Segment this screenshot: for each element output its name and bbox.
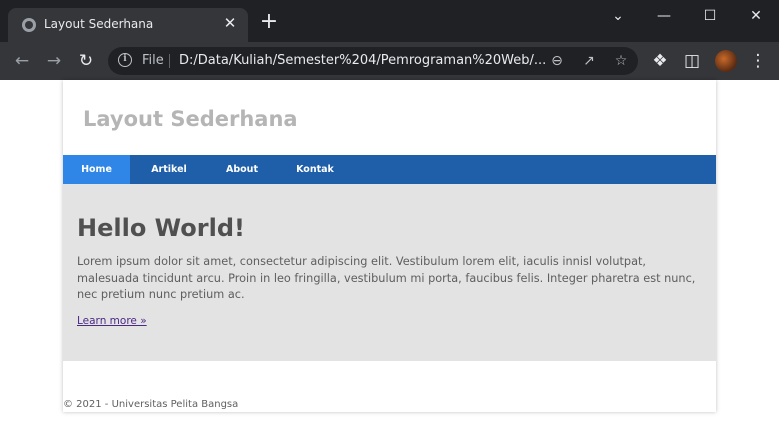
globe-icon xyxy=(22,18,36,32)
omnibox-divider xyxy=(169,54,170,68)
new-tab-button[interactable]: + xyxy=(259,11,279,33)
close-tab-icon[interactable]: ✕ xyxy=(222,15,238,31)
page-container: Layout Sederhana Home Artikel About Kont… xyxy=(63,80,716,412)
side-panel-icon[interactable]: ◫ xyxy=(680,50,704,72)
zoom-out-icon[interactable]: ⊖ xyxy=(548,52,566,70)
main-nav: Home Artikel About Kontak xyxy=(63,155,716,184)
browser-tab-strip: Layout Sederhana ✕ + ⌄ — ☐ ✕ xyxy=(0,0,779,42)
browser-toolbar: ← → ↻ i File D:/Data/Kuliah/Semester%204… xyxy=(0,42,779,80)
reload-icon[interactable]: ↻ xyxy=(74,50,98,72)
footer-copyright: © 2021 - Universitas Pelita Bangsa xyxy=(63,399,239,410)
hero-heading: Hello World! xyxy=(77,214,245,242)
url-text[interactable]: D:/Data/Kuliah/Semester%204/Pemrograman%… xyxy=(179,53,546,68)
minimize-button[interactable]: — xyxy=(641,4,687,28)
forward-arrow-icon[interactable]: → xyxy=(42,50,66,72)
share-icon[interactable]: ↗ xyxy=(580,52,598,70)
tab-search-icon[interactable]: ⌄ xyxy=(595,4,641,28)
address-bar[interactable]: i File D:/Data/Kuliah/Semester%204/Pemro… xyxy=(108,47,638,75)
hero-body: Lorem ipsum dolor sit amet, consectetur … xyxy=(77,255,696,301)
puzzle-icon[interactable]: ❖ xyxy=(648,50,672,72)
learn-more-link[interactable]: Learn more » xyxy=(77,315,147,327)
site-title: Layout Sederhana xyxy=(83,107,298,131)
nav-item-about[interactable]: About xyxy=(208,155,276,184)
scheme-label: File xyxy=(142,53,164,68)
kebab-menu-icon[interactable]: ⋮ xyxy=(746,50,770,72)
web-page: Layout Sederhana Home Artikel About Kont… xyxy=(0,80,779,446)
star-icon[interactable]: ☆ xyxy=(612,52,630,70)
maximize-button[interactable]: ☐ xyxy=(687,4,733,28)
close-window-button[interactable]: ✕ xyxy=(733,4,779,28)
nav-item-artikel[interactable]: Artikel xyxy=(130,155,208,184)
tab-title: Layout Sederhana xyxy=(44,17,154,31)
browser-tab[interactable]: Layout Sederhana ✕ xyxy=(8,8,248,42)
avatar[interactable] xyxy=(715,50,737,72)
nav-item-home[interactable]: Home xyxy=(63,155,130,184)
info-icon[interactable]: i xyxy=(118,53,132,67)
back-arrow-icon[interactable]: ← xyxy=(10,50,34,72)
nav-item-kontak[interactable]: Kontak xyxy=(276,155,354,184)
hero-section: Hello World! Lorem ipsum dolor sit amet,… xyxy=(63,184,716,361)
